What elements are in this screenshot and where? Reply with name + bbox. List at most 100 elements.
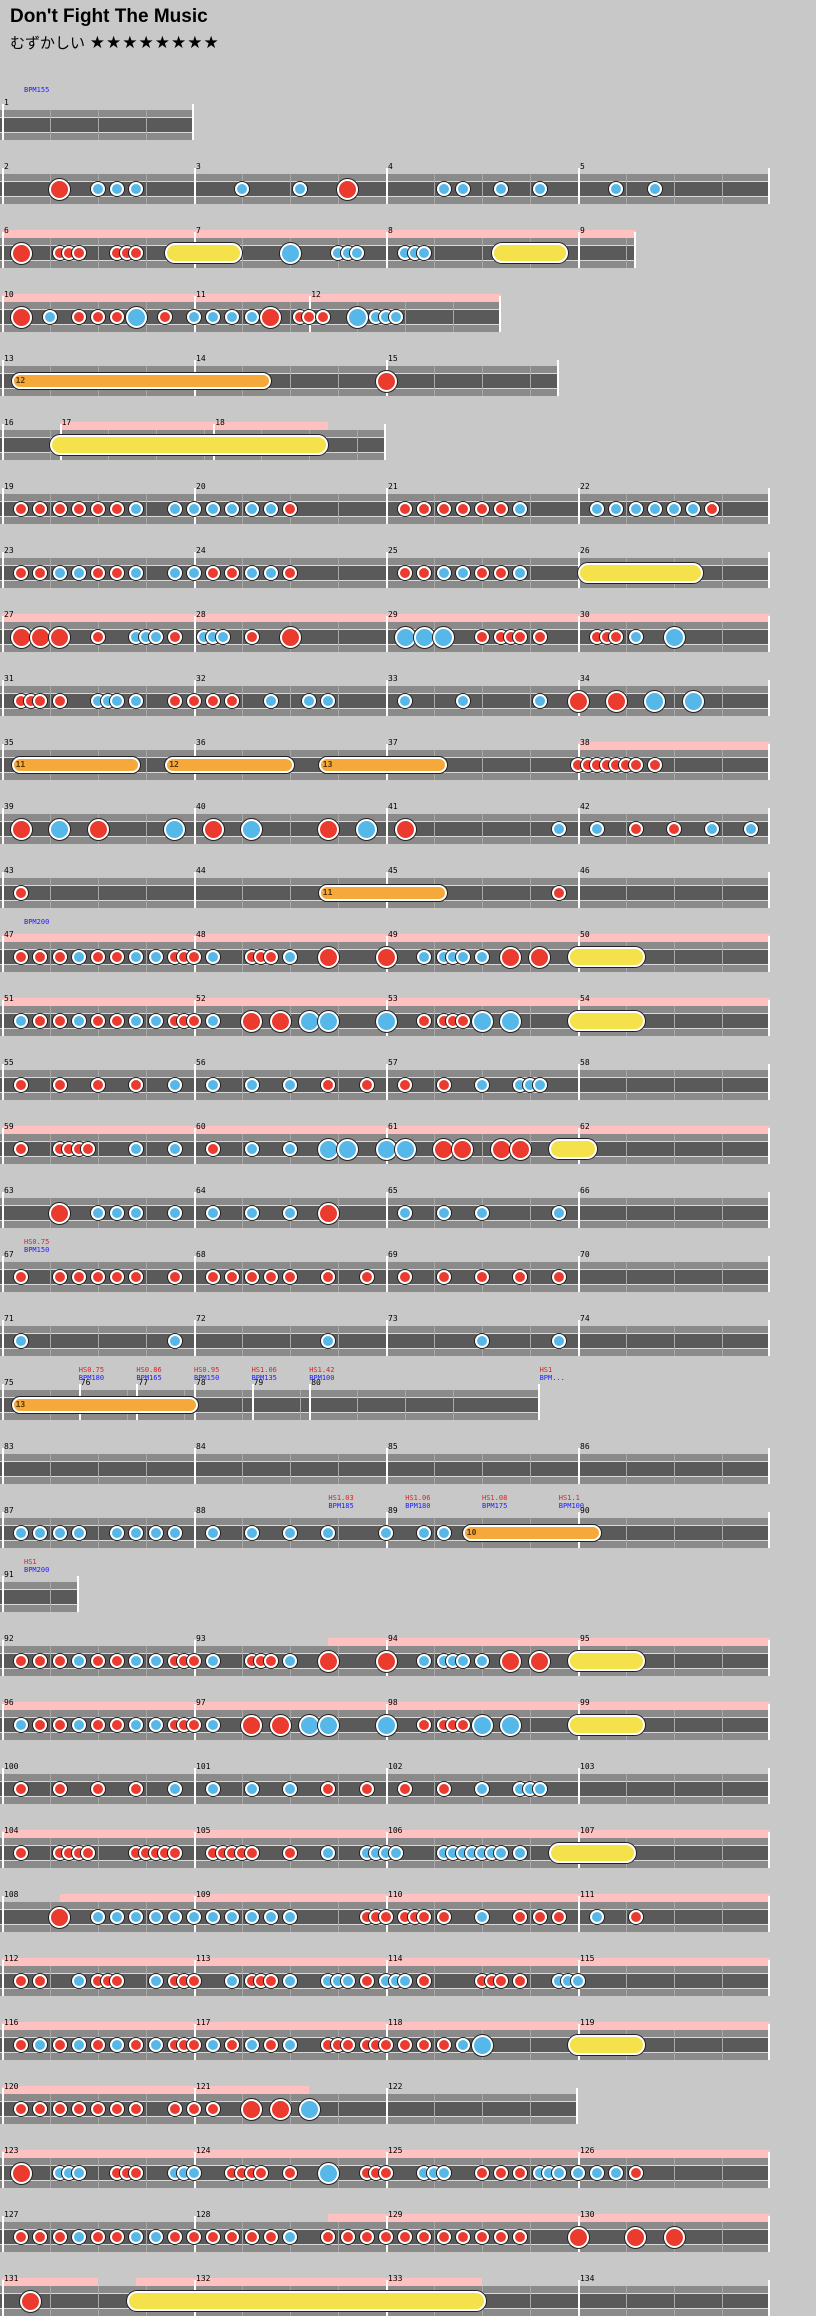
beat-line [434, 494, 435, 524]
beat-line [290, 366, 291, 396]
ka-note [667, 502, 681, 516]
measure-number: 112 [4, 1954, 19, 1963]
beat-line [674, 1966, 675, 1996]
measure-number: 106 [388, 1826, 403, 1835]
ka-note [292, 182, 307, 196]
balloon-count: 11 [15, 760, 26, 769]
beat-line [482, 814, 483, 844]
beat-line [674, 1326, 675, 1356]
big-don-note [241, 2098, 263, 2120]
don-note [263, 950, 278, 964]
ka-note [532, 182, 547, 196]
don-note [71, 2102, 86, 2116]
drumroll [549, 1843, 636, 1863]
bpm-marker: BPM150 [24, 1246, 50, 1254]
beat-line [50, 558, 51, 588]
measure-number: 50 [580, 930, 590, 939]
ka-note [283, 1078, 297, 1092]
big-don-note [500, 946, 522, 968]
beat-line [530, 1902, 531, 1932]
ka-note [91, 1910, 105, 1924]
beat-line [530, 1838, 531, 1868]
measure-line-end [768, 1768, 770, 1804]
measure-number: 32 [196, 674, 206, 683]
don-note [244, 2230, 259, 2244]
don-note [315, 310, 330, 324]
don-note [340, 2038, 355, 2052]
measure-line [194, 872, 196, 908]
ka-note [71, 1974, 86, 1988]
don-note [436, 1782, 451, 1796]
ka-note [551, 2166, 566, 2180]
don-note [167, 2102, 182, 2116]
beat-line [434, 1326, 435, 1356]
lane-edge [0, 644, 770, 645]
beat-line [626, 1198, 627, 1228]
don-note [359, 1078, 374, 1092]
ka-note [283, 2038, 297, 2052]
big-don-note [260, 306, 282, 328]
measure-line [2, 2216, 4, 2252]
measure-number: 30 [580, 610, 590, 619]
beat-line [50, 1454, 51, 1484]
scroll-marker: HS1 [539, 1366, 553, 1374]
measure-number: 5 [580, 162, 585, 171]
beat-line [242, 1262, 243, 1292]
beat-line [530, 2094, 531, 2124]
ka-note [283, 1206, 297, 1220]
beat-line [674, 2030, 675, 2060]
beat-line [146, 2222, 147, 2252]
measure-line [2, 552, 4, 588]
ka-note [283, 1974, 297, 1988]
beat-line [434, 1262, 435, 1292]
big-ka-note [394, 1138, 416, 1160]
big-don-note [10, 2162, 32, 2184]
beat-line [242, 1326, 243, 1356]
don-note [187, 2038, 201, 2052]
beat-line [290, 174, 291, 204]
measure-number: 28 [196, 610, 206, 619]
measure-line [2, 424, 4, 460]
beat-line [626, 878, 627, 908]
measure-line [2, 680, 4, 716]
beat-line [434, 1774, 435, 1804]
beat-line [674, 174, 675, 204]
measure-line [578, 1192, 580, 1228]
ka-note [340, 1974, 355, 1988]
beat-line [50, 1710, 51, 1740]
beat-line [722, 686, 723, 716]
beat-line [530, 1966, 531, 1996]
balloon-note: 10 [462, 1525, 602, 1541]
don-note [551, 886, 566, 900]
ka-note [167, 502, 182, 516]
measure-line [251, 1384, 254, 1420]
ka-note [52, 1526, 67, 1540]
don-note [283, 1846, 297, 1860]
measure-line-end [768, 552, 770, 588]
measure-number: 64 [196, 1186, 206, 1195]
lane-edge [0, 196, 770, 197]
ka-note [571, 1974, 585, 1988]
beat-line [674, 1134, 675, 1164]
measure-number: 114 [388, 1954, 403, 1963]
scroll-marker: HS0.75 [24, 1238, 50, 1246]
don-note [167, 2230, 182, 2244]
measure-number: 14 [196, 354, 206, 363]
measure-line [194, 1128, 196, 1164]
measure-number: 113 [196, 1954, 211, 1963]
beat-line [98, 238, 99, 268]
beat-line [626, 622, 627, 652]
beat-line [674, 1070, 675, 1100]
beat-line [674, 1774, 675, 1804]
ka-note [244, 1142, 259, 1156]
beat-line [290, 1326, 291, 1356]
measure-number: 116 [4, 2018, 19, 2027]
ka-note [475, 950, 489, 964]
big-don-note [567, 690, 589, 712]
beat-line [530, 558, 531, 588]
don-note [91, 950, 105, 964]
lane-edge [0, 1796, 770, 1797]
beat-line [242, 942, 243, 972]
ka-note [71, 2166, 86, 2180]
big-don-note [317, 1202, 339, 1224]
